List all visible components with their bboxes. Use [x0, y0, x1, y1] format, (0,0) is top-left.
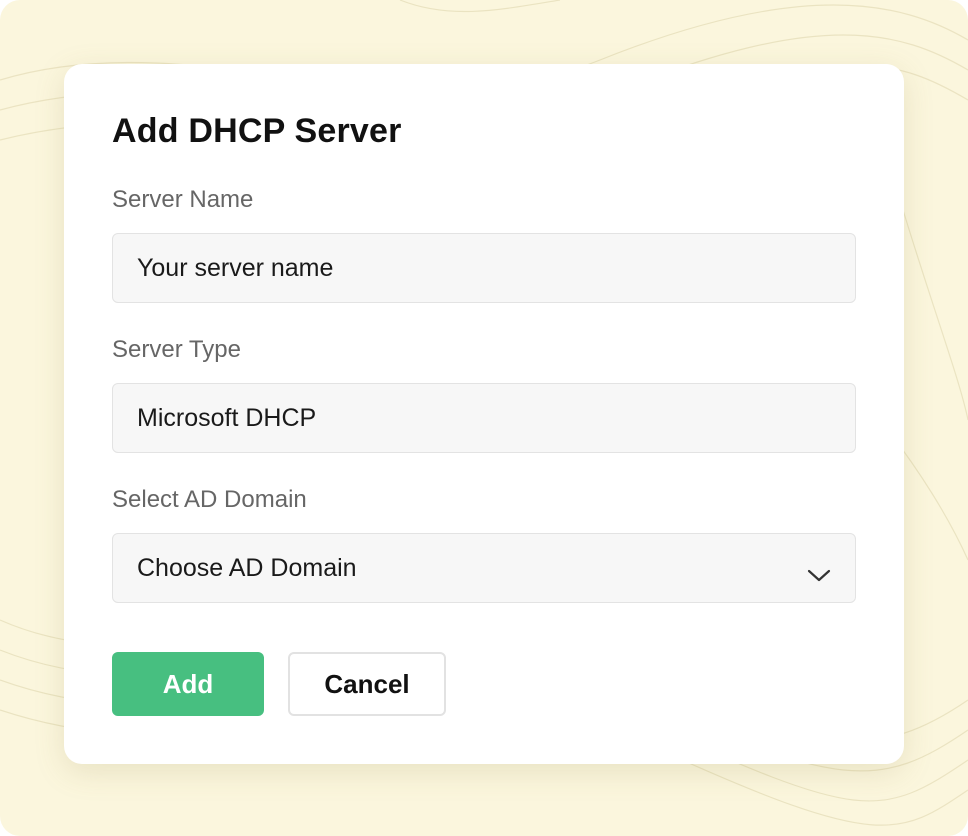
- server-type-label: Server Type: [112, 336, 241, 363]
- add-button[interactable]: Add: [112, 652, 264, 716]
- dialog-title: Add DHCP Server: [112, 112, 402, 150]
- chevron-down-icon: [807, 561, 831, 582]
- server-name-input[interactable]: Your server name: [112, 233, 856, 303]
- ad-domain-label: Select AD Domain: [112, 486, 307, 513]
- server-type-input[interactable]: Microsoft DHCP: [112, 383, 856, 453]
- server-name-label: Server Name: [112, 186, 254, 213]
- server-name-value: Your server name: [137, 253, 334, 282]
- cancel-button[interactable]: Cancel: [288, 652, 446, 716]
- server-type-value: Microsoft DHCP: [137, 403, 317, 432]
- add-dhcp-server-dialog: Add DHCP Server Server Name Your server …: [64, 64, 904, 764]
- ad-domain-select[interactable]: Choose AD Domain: [112, 533, 856, 603]
- ad-domain-value: Choose AD Domain: [137, 553, 357, 582]
